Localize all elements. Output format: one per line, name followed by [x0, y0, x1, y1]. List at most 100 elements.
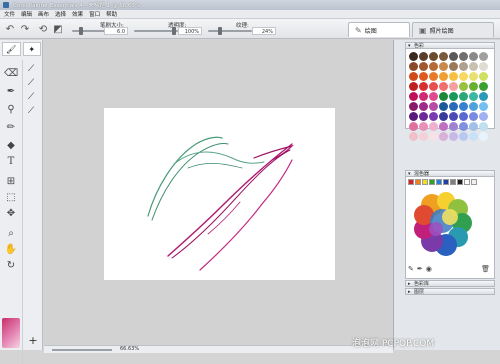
color-swatch[interactable] — [479, 72, 488, 81]
variant-1[interactable]: ⟋ — [24, 62, 38, 76]
mixer-pad[interactable] — [410, 191, 480, 261]
color-swatch[interactable] — [439, 102, 448, 111]
color-swatch[interactable] — [469, 52, 478, 61]
text-tool[interactable]: T — [4, 154, 18, 168]
color-swatch[interactable] — [459, 122, 468, 131]
color-swatch[interactable] — [429, 62, 438, 71]
rotate-tool[interactable]: ↻ — [4, 258, 18, 272]
color-swatch[interactable] — [429, 102, 438, 111]
opacity-thumb[interactable] — [172, 27, 176, 35]
add-variant-button[interactable]: ✦ — [22, 42, 41, 56]
variant-2[interactable]: ⟋ — [24, 76, 38, 90]
color-swatch[interactable] — [439, 52, 448, 61]
color-swatch[interactable] — [449, 62, 458, 71]
mixer-strip-swatch[interactable] — [422, 179, 428, 185]
color-swatch[interactable] — [449, 102, 458, 111]
color-swatch[interactable] — [459, 72, 468, 81]
mixer-strip-swatch[interactable] — [429, 179, 435, 185]
menu-effects[interactable]: 效果 — [72, 10, 83, 18]
color-swatch[interactable] — [429, 72, 438, 81]
stamp-tool[interactable]: ⚲ — [4, 102, 18, 116]
move-tool[interactable]: ✥ — [4, 206, 18, 220]
colors-panel-header[interactable]: 色彩 — [405, 42, 495, 49]
color-swatch[interactable] — [439, 132, 448, 141]
color-swatch[interactable] — [439, 112, 448, 121]
reset-brush-button[interactable]: ⟲ — [36, 22, 50, 36]
color-swatch[interactable] — [449, 52, 458, 61]
color-swatch[interactable] — [459, 102, 468, 111]
color-swatch[interactable] — [479, 112, 488, 121]
mixer-strip-swatch[interactable] — [457, 179, 463, 185]
mixer-strip-swatch[interactable] — [450, 179, 456, 185]
grain-thumb[interactable] — [218, 27, 222, 35]
color-swatch[interactable] — [439, 72, 448, 81]
color-swatch[interactable] — [419, 72, 428, 81]
mixer-sample-icon[interactable]: ◉ — [426, 265, 432, 273]
color-swatch[interactable] — [459, 82, 468, 91]
color-swatch[interactable] — [429, 132, 438, 141]
menu-canvas[interactable]: 画布 — [38, 10, 49, 18]
color-swatch[interactable] — [439, 82, 448, 91]
color-swatch[interactable] — [419, 62, 428, 71]
mixer-strip-swatch[interactable] — [471, 179, 477, 185]
trash-icon[interactable]: 🗑 — [481, 265, 490, 273]
color-swatch[interactable] — [459, 132, 468, 141]
color-swatch[interactable] — [469, 92, 478, 101]
color-swatch[interactable] — [429, 82, 438, 91]
color-set-panel-header[interactable]: 色彩库 — [405, 280, 495, 287]
color-swatch[interactable] — [409, 122, 418, 131]
zoom-slider[interactable] — [52, 349, 112, 351]
brush-category-button[interactable]: 🖌 — [2, 42, 21, 56]
canvas-paper[interactable] — [104, 108, 335, 280]
color-swatch[interactable] — [459, 92, 468, 101]
opacity-value[interactable]: 100% — [178, 27, 202, 35]
color-swatch[interactable] — [419, 122, 428, 131]
tab-drawing[interactable]: ✎ 绘图 — [348, 22, 410, 37]
mixer-strip-swatch[interactable] — [408, 179, 414, 185]
variant-3[interactable]: ⟋ — [24, 90, 38, 104]
color-swatch[interactable] — [409, 112, 418, 121]
color-swatch[interactable] — [459, 52, 468, 61]
color-swatch[interactable] — [469, 82, 478, 91]
crop-tool[interactable]: ⊞ — [4, 174, 18, 188]
grabber-tool[interactable]: ✋ — [4, 242, 18, 256]
dropper-tool[interactable]: ✒ — [4, 84, 18, 98]
menu-help[interactable]: 帮助 — [106, 10, 117, 18]
color-swatch[interactable] — [449, 92, 458, 101]
color-swatch[interactable] — [439, 92, 448, 101]
color-swatch[interactable] — [449, 122, 458, 131]
fill-tool[interactable]: ◆ — [4, 138, 18, 152]
mixer-panel-header[interactable]: 混色器 — [405, 170, 495, 177]
mixer-dropper-icon[interactable]: ✒ — [417, 265, 423, 273]
mixer-strip-swatch[interactable] — [436, 179, 442, 185]
variant-4[interactable]: ⟋ — [24, 104, 38, 118]
current-color-preview[interactable] — [2, 318, 20, 348]
select-tool[interactable]: ⬚ — [4, 190, 18, 204]
color-swatch[interactable] — [419, 132, 428, 141]
color-swatch[interactable] — [419, 92, 428, 101]
color-swatch[interactable] — [479, 52, 488, 61]
zoom-tool[interactable]: ⌕ — [4, 226, 18, 240]
color-swatch[interactable] — [419, 112, 428, 121]
color-swatch[interactable] — [439, 62, 448, 71]
canvas-workspace[interactable] — [44, 40, 393, 345]
color-swatch[interactable] — [469, 102, 478, 111]
layers-panel-header[interactable]: 图层 — [405, 288, 495, 295]
color-swatch[interactable] — [469, 132, 478, 141]
color-swatch[interactable] — [469, 112, 478, 121]
color-swatch[interactable] — [459, 112, 468, 121]
undo-button[interactable]: ↶ — [3, 22, 17, 36]
color-swatch[interactable] — [469, 72, 478, 81]
color-swatch[interactable] — [449, 72, 458, 81]
menu-select[interactable]: 选择 — [55, 10, 66, 18]
color-swatch[interactable] — [409, 92, 418, 101]
color-swatch[interactable] — [429, 52, 438, 61]
menu-file[interactable]: 文件 — [4, 10, 15, 18]
color-swatch[interactable] — [429, 92, 438, 101]
color-swatch[interactable] — [449, 82, 458, 91]
mixer-strip-swatch[interactable] — [415, 179, 421, 185]
color-swatch[interactable] — [409, 52, 418, 61]
tab-photo-painting[interactable]: ▣ 照片绘图 — [412, 22, 494, 37]
mixer-brush-icon[interactable]: ✎ — [408, 265, 414, 273]
color-swatch[interactable] — [409, 132, 418, 141]
